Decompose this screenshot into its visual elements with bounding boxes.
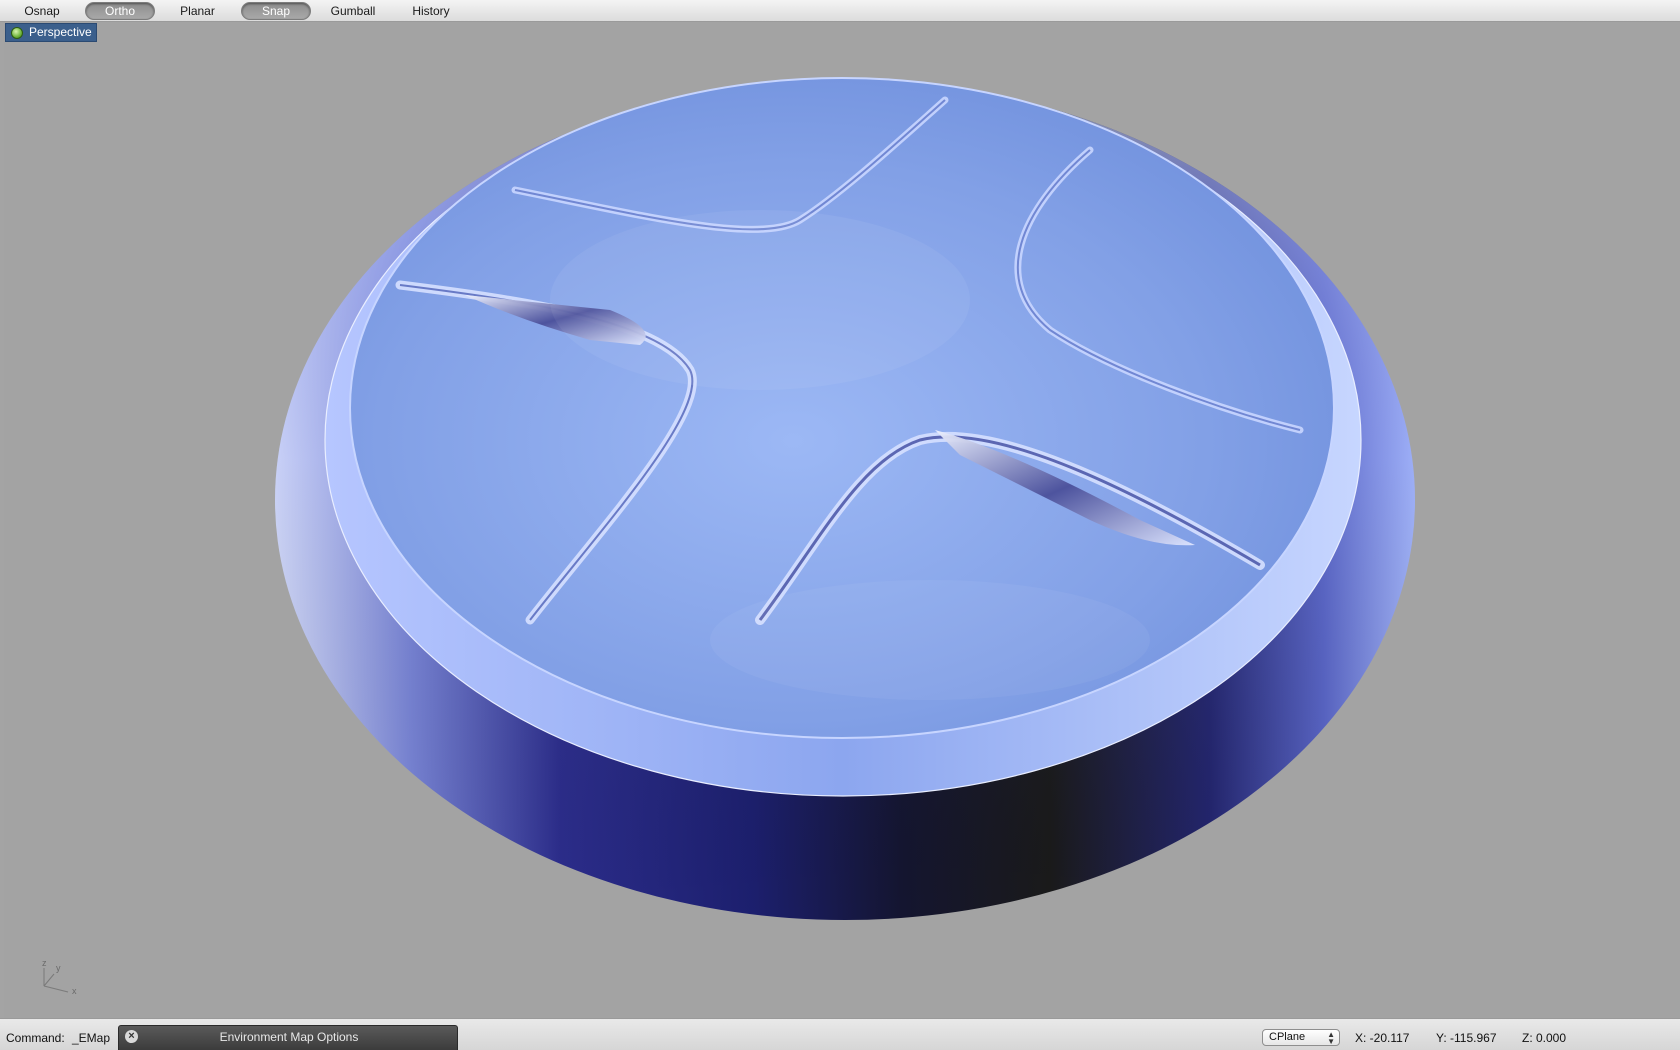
environment-map-options-panel[interactable]: × Environment Map Options bbox=[118, 1025, 458, 1050]
updown-arrows-icon: ▲ ▼ bbox=[1327, 1030, 1335, 1046]
x-coordinate: X: -20.117 bbox=[1355, 1031, 1410, 1045]
ortho-toggle[interactable]: Ortho bbox=[85, 2, 155, 20]
y-coordinate: Y: -115.967 bbox=[1436, 1031, 1497, 1045]
panel-title: Environment Map Options bbox=[219, 1030, 359, 1044]
z-coordinate: Z: 0.000 bbox=[1522, 1031, 1567, 1045]
osnap-toggle[interactable]: Osnap bbox=[12, 2, 72, 20]
snap-toggle[interactable]: Snap bbox=[241, 2, 311, 20]
perspective-viewport[interactable]: Perspective z y x bbox=[4, 22, 1680, 1018]
cplane-value: CPlane bbox=[1269, 1031, 1306, 1043]
axis-y-label: y bbox=[56, 963, 61, 973]
rhino-window: Osnap Ortho Planar Snap Gumball History bbox=[0, 0, 1680, 1050]
viewport-title: Perspective bbox=[29, 25, 92, 39]
green-dot-icon bbox=[11, 27, 23, 39]
viewport-title-tab[interactable]: Perspective bbox=[5, 23, 97, 42]
command-input[interactable]: _EMap bbox=[72, 1031, 110, 1045]
command-label: Command: bbox=[6, 1031, 65, 1045]
gumball-toggle[interactable]: Gumball bbox=[318, 2, 388, 20]
axis-z-label: z bbox=[42, 958, 47, 968]
cplane-select[interactable]: CPlane ▲ ▼ bbox=[1262, 1029, 1340, 1046]
status-toggle-bar: Osnap Ortho Planar Snap Gumball History bbox=[0, 0, 1680, 22]
axis-x-label: x bbox=[72, 986, 77, 996]
history-toggle[interactable]: History bbox=[398, 2, 464, 20]
planar-toggle[interactable]: Planar bbox=[165, 2, 230, 20]
command-status-bar: Command: _EMap × Environment Map Options… bbox=[0, 1018, 1680, 1050]
rendered-disc-model[interactable] bbox=[4, 22, 1680, 1018]
world-axes-icon: z y x bbox=[42, 958, 77, 996]
